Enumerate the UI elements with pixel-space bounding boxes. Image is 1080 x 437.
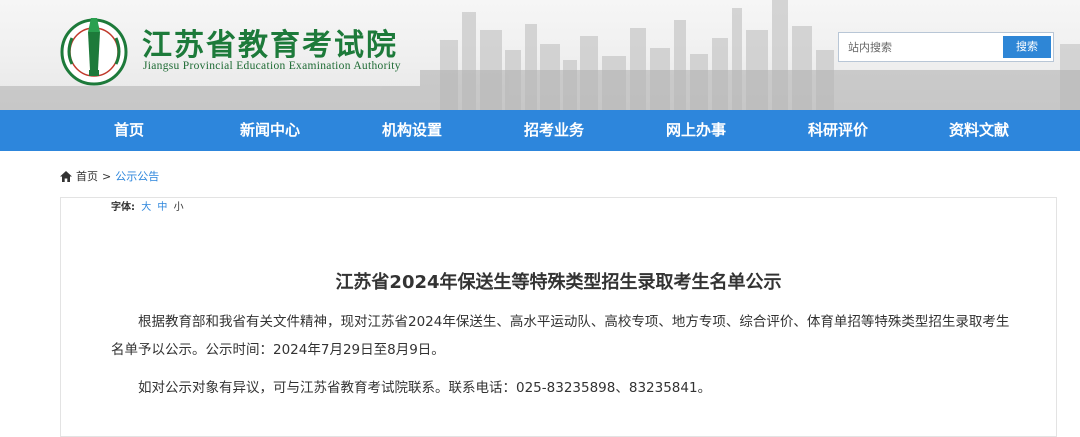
site-title-en: Jiangsu Provincial Education Examination… <box>143 60 401 72</box>
breadcrumb-current-link[interactable]: 公示公告 <box>115 168 159 184</box>
logo-emblem-icon <box>60 18 128 86</box>
breadcrumb-home-link[interactable]: 首页 <box>76 168 98 184</box>
nav-item-exams[interactable]: 招考业务 <box>499 110 609 151</box>
breadcrumb-separator: > <box>102 169 112 183</box>
search-box: 搜索 <box>838 32 1054 62</box>
article-paragraph-1: 根据教育部和我省有关文件精神，现对江苏省2024年保送生、高水平运动队、高校专项… <box>111 314 1010 358</box>
nav-item-home[interactable]: 首页 <box>74 110 184 151</box>
nav-item-news[interactable]: 新闻中心 <box>215 110 325 151</box>
nav-item-services[interactable]: 网上办事 <box>641 110 751 151</box>
font-size-small[interactable]: 小 <box>174 202 184 213</box>
article-paragraph-2: 如对公示对象有异议，可与江苏省教育考试院联系。联系电话：025-83235898… <box>138 380 712 396</box>
site-title-cn: 江苏省教育考试院 <box>142 28 398 63</box>
search-input[interactable] <box>840 34 1000 60</box>
nav-item-research[interactable]: 科研评价 <box>783 110 893 151</box>
home-icon <box>60 170 72 182</box>
main-nav: 首页 新闻中心 机构设置 招考业务 网上办事 科研评价 资料文献 <box>0 110 1080 151</box>
nav-item-documents[interactable]: 资料文献 <box>924 110 1034 151</box>
article-title: 江苏省2024年保送生等特殊类型招生录取考生名单公示 <box>335 272 782 293</box>
font-size-switcher: 字体: 大 中 小 <box>111 198 184 213</box>
font-size-label: 字体: <box>111 202 135 213</box>
font-size-medium[interactable]: 中 <box>157 202 167 213</box>
article-panel: 字体: 大 中 小 江苏省2024年保送生等特殊类型招生录取考生名单公示 根据教… <box>60 197 1057 437</box>
search-button[interactable]: 搜索 <box>1003 36 1051 58</box>
breadcrumb: 首页 > 公示公告 <box>60 168 159 184</box>
font-size-large[interactable]: 大 <box>141 202 151 213</box>
site-header: 江苏省教育考试院 Jiangsu Provincial Education Ex… <box>0 0 1080 110</box>
nav-item-org[interactable]: 机构设置 <box>357 110 467 151</box>
